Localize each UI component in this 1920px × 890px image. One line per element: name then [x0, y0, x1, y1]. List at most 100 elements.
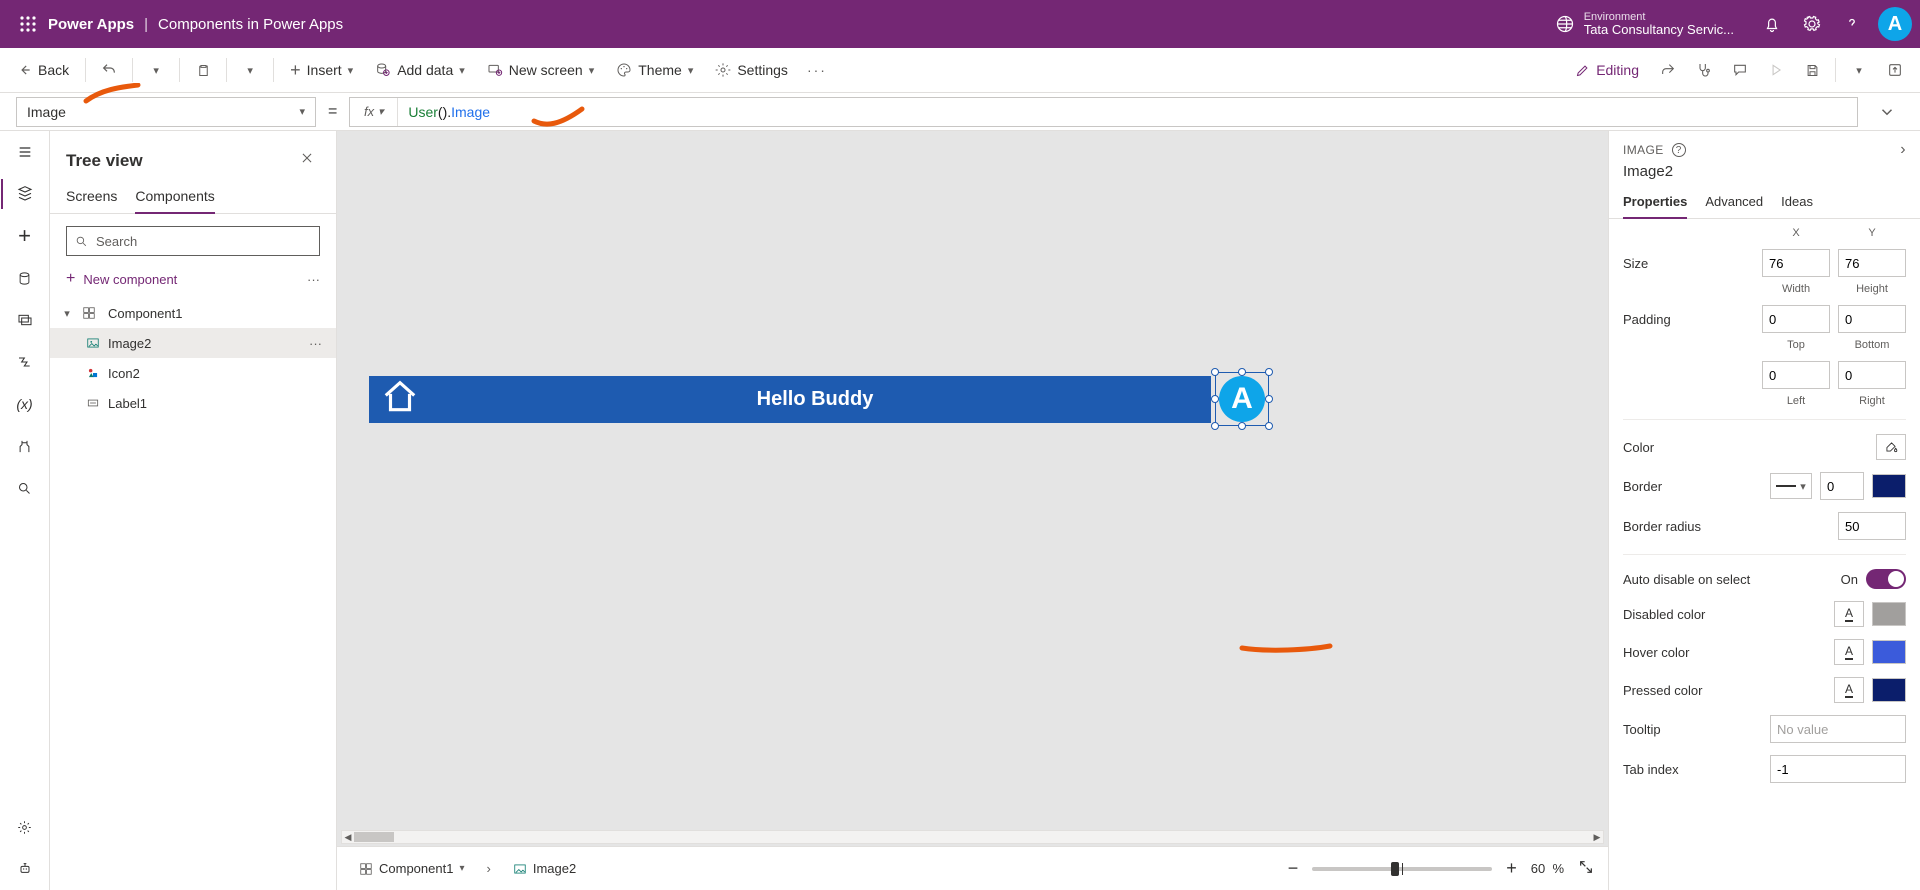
padding-bottom-input[interactable] — [1838, 305, 1906, 333]
variables-rail-icon[interactable]: (x) — [1, 383, 49, 425]
hover-fill-swatch[interactable] — [1872, 640, 1906, 664]
tree-item-icon2[interactable]: Icon2 — [50, 358, 336, 388]
padding-right-input[interactable] — [1838, 361, 1906, 389]
overflow-button[interactable]: ··· — [800, 53, 834, 87]
canvas-horizontal-scrollbar[interactable]: ◀ ▶ — [341, 830, 1604, 844]
tab-screens[interactable]: Screens — [66, 188, 117, 213]
virtual-agent-rail-icon[interactable] — [1, 848, 49, 890]
tree-search-input[interactable]: Search — [66, 226, 320, 256]
y-sublabel: Y — [1838, 227, 1906, 239]
canvas[interactable]: Hello Buddy A ◀ ▶ Compon — [337, 131, 1608, 890]
padding-left-input[interactable] — [1762, 361, 1830, 389]
publish-icon — [1887, 62, 1903, 78]
selection-handles[interactable]: A — [1215, 372, 1269, 426]
new-component-button[interactable]: + New component — [66, 270, 177, 288]
info-icon[interactable]: ? — [1672, 143, 1686, 157]
tooltip-input[interactable] — [1770, 715, 1906, 743]
tree-view-icon[interactable] — [1, 173, 49, 215]
power-automate-rail-icon[interactable] — [1, 341, 49, 383]
preview-button[interactable] — [1759, 53, 1793, 87]
panel-collapse[interactable]: › — [1900, 141, 1906, 159]
zoom-out[interactable]: − — [1288, 858, 1299, 879]
width-input[interactable] — [1762, 249, 1830, 277]
back-button[interactable]: Back — [8, 53, 79, 87]
settings-button[interactable]: Settings — [705, 53, 798, 87]
components-more-icon[interactable]: ··· — [307, 272, 320, 287]
formula-bar: Image ▾ = fx▾ User().Image — [0, 93, 1920, 131]
zoom-in[interactable]: + — [1506, 858, 1517, 879]
formula-expand[interactable] — [1870, 95, 1904, 129]
settings-gear-icon[interactable] — [1792, 0, 1832, 48]
undo-dropdown[interactable]: ▾ — [139, 53, 173, 87]
home-icon — [381, 378, 419, 421]
add-data-button[interactable]: Add data ▾ — [365, 53, 475, 87]
zoom-slider[interactable] — [1312, 867, 1492, 871]
media-rail-icon[interactable] — [1, 299, 49, 341]
tab-properties[interactable]: Properties — [1623, 188, 1687, 219]
theme-button[interactable]: Theme ▾ — [606, 53, 703, 87]
hover-text-color[interactable]: A — [1834, 639, 1864, 665]
pressed-text-color[interactable]: A — [1834, 677, 1864, 703]
border-color-swatch[interactable] — [1872, 474, 1906, 498]
hamburger-icon[interactable] — [1, 131, 49, 173]
save-dropdown[interactable]: ▾ — [1842, 53, 1876, 87]
tree-item-label1[interactable]: Label1 — [50, 388, 336, 418]
fit-to-screen[interactable] — [1578, 859, 1594, 878]
border-radius-input[interactable] — [1838, 512, 1906, 540]
padding-top-input[interactable] — [1762, 305, 1830, 333]
tab-ideas[interactable]: Ideas — [1781, 188, 1813, 218]
undo-button[interactable] — [92, 53, 126, 87]
tree-item-image2[interactable]: Image2 ··· — [50, 328, 336, 358]
tree-item-more-icon[interactable]: ··· — [309, 336, 322, 351]
app-launcher-icon[interactable] — [8, 0, 48, 48]
border-style-dropdown[interactable]: ▾ — [1770, 473, 1812, 499]
tree-view-close[interactable] — [294, 145, 320, 176]
environment-picker[interactable]: Environment Tata Consultancy Servic... — [1556, 11, 1734, 37]
breadcrumb-component[interactable]: Component1 ▾ — [351, 857, 472, 880]
editing-label: Editing — [1596, 62, 1639, 78]
collapse-icon[interactable]: ▾ — [60, 307, 74, 320]
new-screen-button[interactable]: New screen ▾ — [477, 53, 604, 87]
auto-disable-toggle[interactable] — [1866, 569, 1906, 589]
title-separator: | — [144, 16, 148, 33]
editing-mode-button[interactable]: Editing — [1565, 53, 1649, 87]
insert-rail-icon[interactable]: + — [1, 215, 49, 257]
scroll-thumb[interactable] — [354, 832, 394, 842]
user-avatar[interactable]: A — [1878, 7, 1912, 41]
insert-button[interactable]: + Insert ▾ — [280, 53, 363, 87]
formula-input[interactable]: fx▾ User().Image — [349, 97, 1858, 127]
paste-dropdown[interactable]: ▾ — [233, 53, 267, 87]
color-label: Color — [1623, 440, 1876, 455]
tabindex-input[interactable] — [1770, 755, 1906, 783]
tab-advanced[interactable]: Advanced — [1705, 188, 1763, 218]
control-type-label: IMAGE — [1623, 143, 1664, 157]
app-checker-button[interactable] — [1687, 53, 1721, 87]
color-picker[interactable] — [1876, 434, 1906, 460]
scroll-left-icon[interactable]: ◀ — [342, 831, 354, 843]
disabled-text-color[interactable]: A — [1834, 601, 1864, 627]
fx-label[interactable]: fx▾ — [350, 98, 398, 126]
search-rail-icon[interactable] — [1, 467, 49, 509]
tree-item-component1[interactable]: ▾ Component1 — [50, 298, 336, 328]
border-width-input[interactable] — [1820, 472, 1864, 500]
scroll-right-icon[interactable]: ▶ — [1591, 831, 1603, 843]
gear-icon — [715, 62, 731, 78]
publish-button[interactable] — [1878, 53, 1912, 87]
height-input[interactable] — [1838, 249, 1906, 277]
paste-button[interactable] — [186, 53, 220, 87]
tools-rail-icon[interactable] — [1, 425, 49, 467]
header-component[interactable]: Hello Buddy A — [369, 376, 1211, 423]
share-button[interactable] — [1651, 53, 1685, 87]
help-icon[interactable] — [1832, 0, 1872, 48]
comments-button[interactable] — [1723, 53, 1757, 87]
breadcrumb-image[interactable]: Image2 — [505, 857, 584, 880]
tab-components[interactable]: Components — [135, 188, 214, 214]
data-rail-icon[interactable] — [1, 257, 49, 299]
disabled-fill-swatch[interactable] — [1872, 602, 1906, 626]
settings-rail-icon[interactable] — [1, 806, 49, 848]
environment-label: Environment — [1584, 11, 1734, 23]
property-dropdown[interactable]: Image ▾ — [16, 97, 316, 127]
pressed-fill-swatch[interactable] — [1872, 678, 1906, 702]
notifications-icon[interactable] — [1752, 0, 1792, 48]
save-button[interactable] — [1795, 53, 1829, 87]
